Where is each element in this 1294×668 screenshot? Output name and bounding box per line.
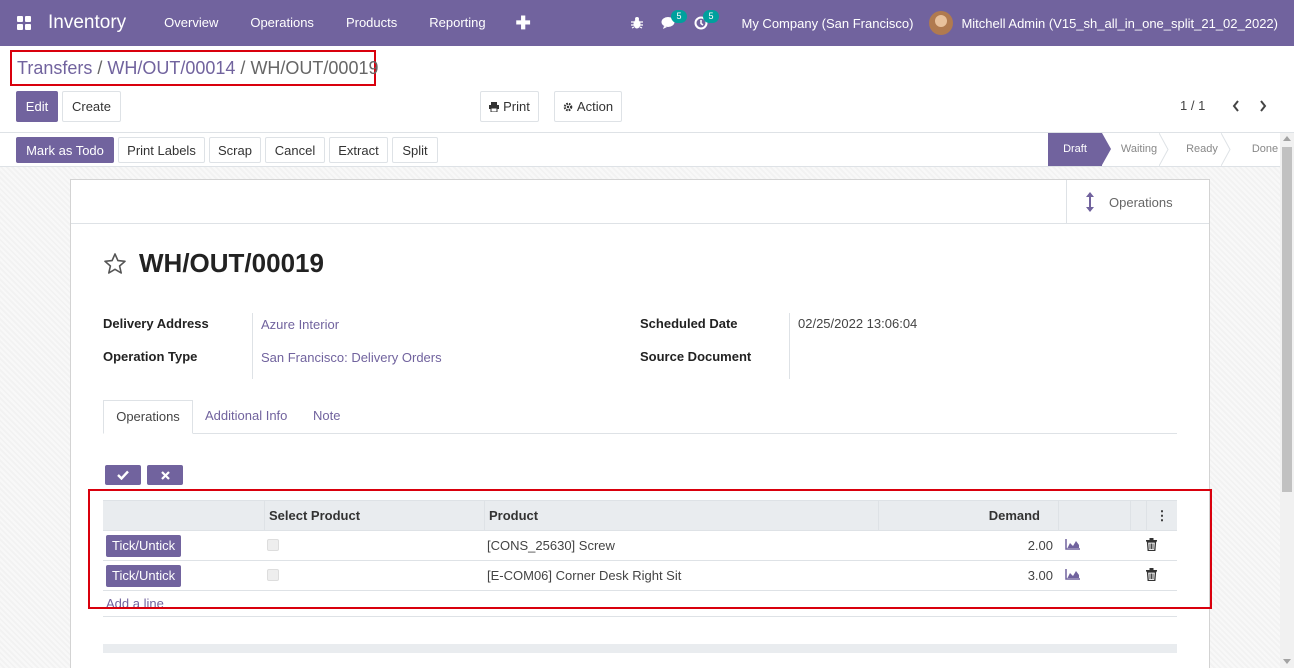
- scroll-down-icon[interactable]: [1283, 659, 1291, 664]
- pager-value[interactable]: 1 / 1: [1180, 98, 1205, 113]
- menu-reporting[interactable]: Reporting: [413, 0, 501, 46]
- menu-overview[interactable]: Overview: [148, 0, 234, 46]
- activity-badge: 5: [703, 10, 719, 23]
- check-icon: [117, 470, 129, 480]
- print-label: Print: [503, 99, 530, 114]
- tab-additional-info[interactable]: Additional Info: [193, 400, 299, 434]
- print-labels-button[interactable]: Print Labels: [118, 137, 205, 163]
- notebook-tabs: Operations Additional Info Note: [103, 400, 1177, 434]
- stage-pipeline: Draft Waiting Ready Done: [1048, 133, 1294, 166]
- delivery-address-label: Delivery Address: [103, 316, 209, 331]
- operations-stat-label: Operations: [1109, 194, 1173, 210]
- tick-all-button[interactable]: [105, 465, 141, 485]
- messages-icon[interactable]: 5: [653, 0, 687, 46]
- action-label: Action: [576, 99, 614, 114]
- stage-ready-label: Ready: [1186, 143, 1218, 155]
- app-title[interactable]: Inventory: [48, 12, 126, 34]
- record-name: WH/OUT/00019: [139, 248, 324, 278]
- breadcrumb: Transfers / WH/OUT/00014 / WH/OUT/00019: [10, 50, 379, 86]
- gear-icon: [563, 102, 573, 111]
- highlight-annotation: [88, 489, 1212, 609]
- create-button[interactable]: Create: [62, 91, 121, 122]
- breadcrumb-current: WH/OUT/00019: [250, 57, 379, 78]
- user-name: Mitchell Admin (V15_sh_all_in_one_split_…: [961, 15, 1278, 31]
- breadcrumb-separator: /: [240, 57, 246, 78]
- stage-draft-label: Draft: [1063, 143, 1087, 155]
- stage-arrow-icon: [1102, 133, 1111, 165]
- stage-waiting[interactable]: Waiting: [1102, 133, 1169, 166]
- arrows-vertical-icon: [1086, 192, 1094, 212]
- pager-next-icon[interactable]: [1255, 96, 1271, 116]
- table-footer-line: [103, 616, 1177, 617]
- tab-operations[interactable]: Operations: [103, 400, 193, 434]
- activity-clock-icon[interactable]: 5: [685, 0, 719, 46]
- scheduled-date-label: Scheduled Date: [640, 316, 738, 331]
- section-divider: [103, 644, 1177, 653]
- mark-as-todo-button[interactable]: Mark as Todo: [16, 137, 114, 163]
- status-bar: Mark as Todo Print Labels Scrap Cancel E…: [0, 132, 1294, 167]
- record-title: WH/OUT/00019: [103, 248, 324, 279]
- stage-done-label: Done: [1251, 143, 1279, 155]
- breadcrumb-parent-transfer[interactable]: WH/OUT/00014: [107, 58, 235, 79]
- user-menu[interactable]: Mitchell Admin (V15_sh_all_in_one_split_…: [929, 11, 1294, 35]
- action-button[interactable]: Action: [554, 91, 622, 122]
- print-icon: [489, 101, 500, 112]
- scrap-button[interactable]: Scrap: [209, 137, 261, 163]
- source-document-label: Source Document: [640, 349, 752, 364]
- plus-icon[interactable]: ✚: [502, 13, 545, 34]
- field-divider: [252, 313, 253, 379]
- operations-stat-button[interactable]: Operations: [1066, 180, 1209, 224]
- split-button[interactable]: Split: [392, 137, 438, 163]
- stage-ready[interactable]: Ready: [1168, 133, 1231, 166]
- cancel-button[interactable]: Cancel: [265, 137, 325, 163]
- stage-draft[interactable]: Draft: [1048, 133, 1111, 166]
- breadcrumb-separator: /: [97, 57, 103, 78]
- operation-type-label: Operation Type: [103, 349, 198, 364]
- scroll-up-icon[interactable]: [1283, 136, 1291, 141]
- tab-note[interactable]: Note: [301, 400, 352, 434]
- untick-all-button[interactable]: [147, 465, 183, 485]
- stage-waiting-label: Waiting: [1120, 143, 1158, 155]
- extract-button[interactable]: Extract: [329, 137, 388, 163]
- scheduled-date-value: 02/25/2022 13:06:04: [798, 316, 918, 331]
- field-divider: [789, 313, 790, 379]
- top-navbar: Inventory Overview Operations Products R…: [0, 0, 1294, 46]
- delivery-address-link[interactable]: Azure Interior: [261, 317, 339, 332]
- operation-type-link[interactable]: San Francisco: Delivery Orders: [261, 350, 442, 365]
- avatar: [929, 11, 954, 35]
- messages-badge: 5: [671, 10, 687, 23]
- debug-bug-icon[interactable]: [621, 0, 653, 46]
- close-icon: [160, 470, 170, 480]
- breadcrumb-transfers[interactable]: Transfers: [17, 58, 92, 79]
- print-button[interactable]: Print: [480, 91, 539, 122]
- menu-operations[interactable]: Operations: [234, 0, 330, 46]
- company-switcher[interactable]: My Company (San Francisco): [717, 16, 929, 31]
- button-box: Operations: [71, 180, 1209, 224]
- menu-products[interactable]: Products: [330, 0, 413, 46]
- scrollbar-thumb[interactable]: [1282, 147, 1292, 492]
- pager-previous-icon[interactable]: [1228, 96, 1244, 116]
- star-icon[interactable]: [103, 252, 127, 276]
- apps-menu-icon[interactable]: [0, 0, 48, 46]
- edit-button[interactable]: Edit: [16, 91, 58, 122]
